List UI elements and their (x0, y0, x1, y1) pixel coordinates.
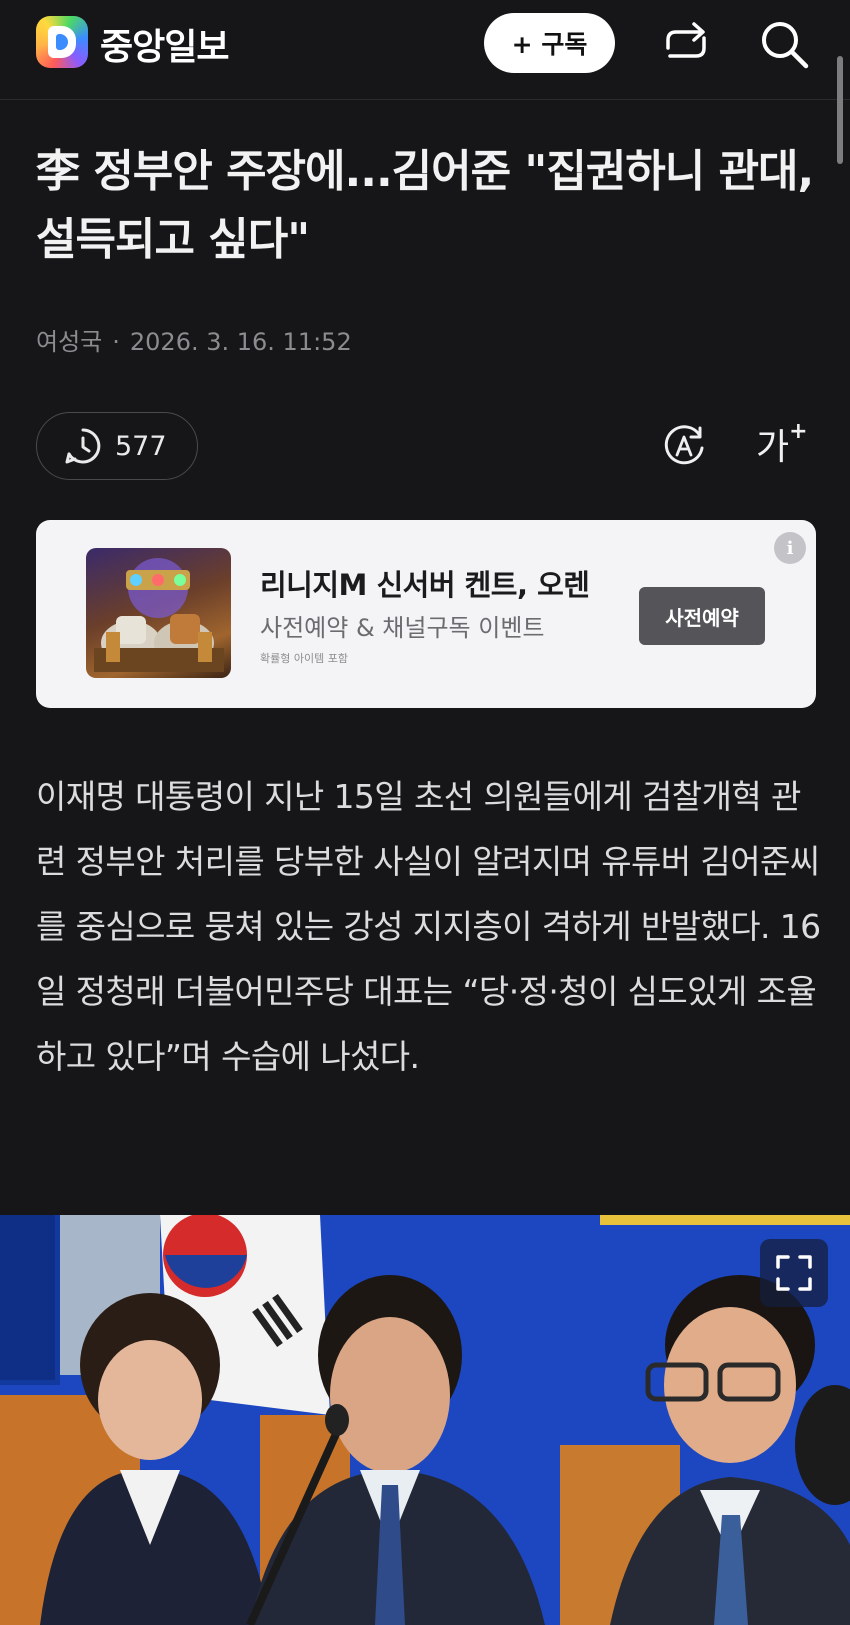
view-count-pill: 577 (36, 412, 198, 480)
author-name[interactable]: 여성국 (36, 328, 102, 356)
expand-icon (776, 1255, 812, 1291)
press-briefing-image (0, 1215, 850, 1625)
ad-info-icon[interactable]: i (774, 532, 806, 564)
auto-summary-icon[interactable] (660, 422, 708, 470)
subscribe-button[interactable]: + 구독 (484, 13, 615, 73)
fullscreen-button[interactable] (760, 1239, 828, 1307)
search-icon[interactable] (756, 16, 812, 72)
byline: 여성국 · 2026. 3. 16. 11:52 (36, 322, 352, 357)
publish-date: 2026. 3. 16. 11:52 (129, 328, 352, 356)
font-size-button[interactable]: 가+ (756, 418, 808, 470)
game-art-image (94, 558, 224, 672)
ad-title[interactable]: 리니지M 신서버 켄트, 오렌 (260, 562, 590, 604)
font-size-plus: + (789, 419, 808, 444)
font-size-label: 가 (756, 427, 790, 468)
top-bar: 중앙일보 + 구독 (0, 0, 850, 100)
ad-thumbnail[interactable] (86, 548, 231, 678)
publisher-name[interactable]: 중앙일보 (100, 18, 229, 70)
share-icon[interactable] (660, 18, 712, 68)
article-page: 중앙일보 + 구독 李 정부안 주장에...김어준 "집권하니 관대, 설득되고… (0, 0, 850, 1625)
article-headline: 李 정부안 주장에...김어준 "집권하니 관대, 설득되고 싶다" (36, 146, 814, 265)
clock-icon (65, 428, 101, 464)
article-body: 이재명 대통령이 지난 15일 초선 의원들에게 검찰개혁 관련 정부안 처리를… (36, 777, 821, 1076)
daum-logo-icon[interactable] (36, 16, 88, 68)
view-count: 577 (115, 430, 167, 462)
byline-separator: · (112, 328, 120, 356)
preregister-button[interactable]: 사전예약 (639, 587, 765, 645)
ad-disclaimer: 확률형 아이템 포함 (260, 652, 348, 665)
ad-banner[interactable]: 리니지M 신서버 켄트, 오렌 사전예약 & 채널구독 이벤트 확률형 아이템 … (36, 520, 816, 708)
scrollbar[interactable] (837, 56, 843, 164)
ad-subtitle[interactable]: 사전예약 & 채널구독 이벤트 (260, 608, 544, 643)
article-photo[interactable] (0, 1215, 850, 1625)
